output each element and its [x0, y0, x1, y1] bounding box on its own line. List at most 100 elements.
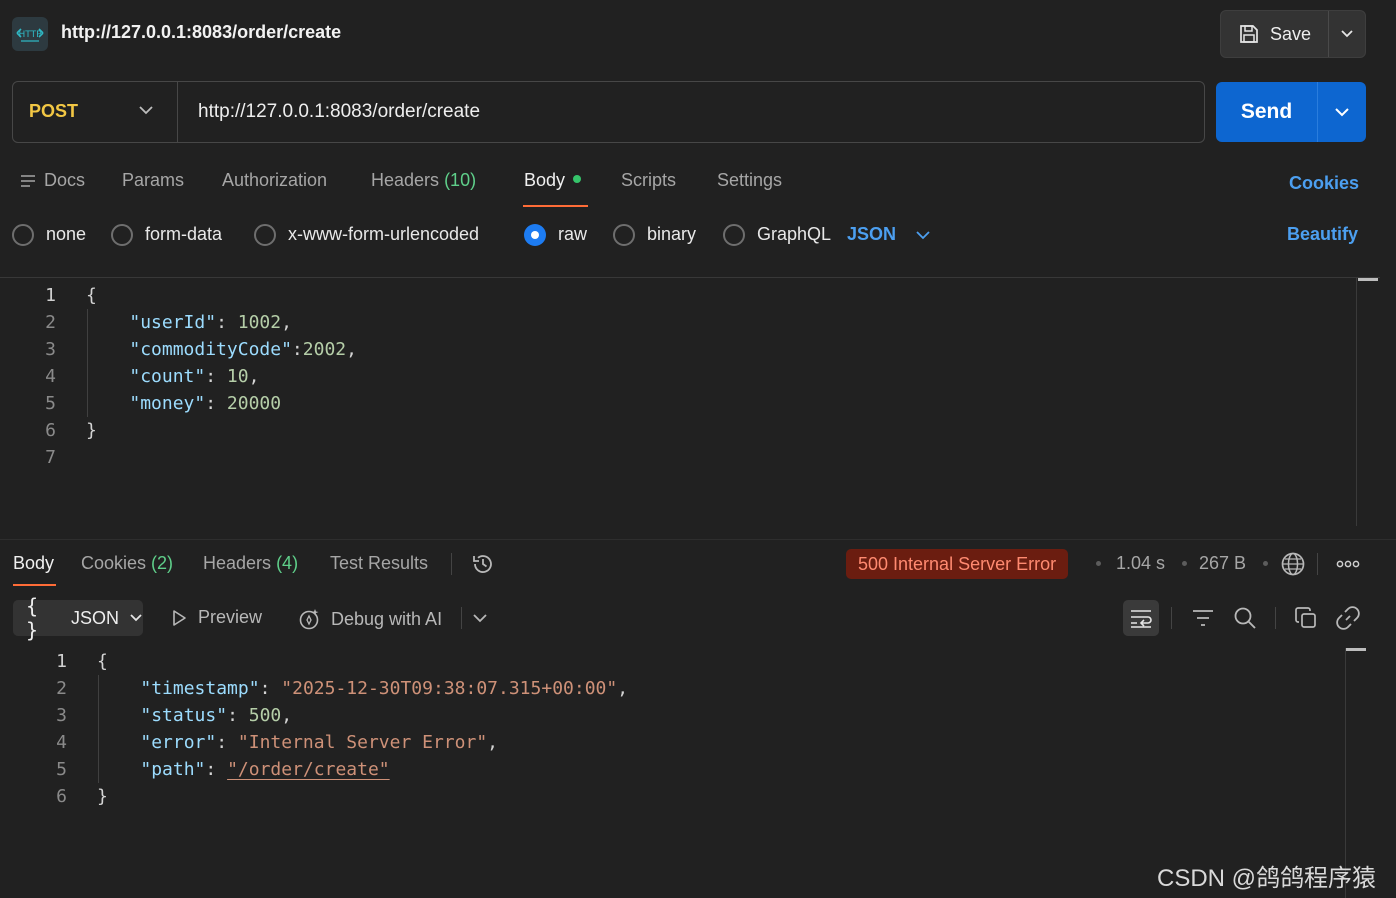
save-options-button[interactable] [1329, 11, 1365, 57]
request-title[interactable]: http://127.0.0.1:8083/order/create [61, 22, 341, 43]
radio-graphql-label[interactable]: GraphQL [757, 224, 831, 245]
chevron-down-icon[interactable] [472, 612, 488, 624]
code-line: { [86, 285, 97, 306]
radio-urlencoded[interactable] [254, 224, 276, 246]
url-bar [12, 81, 1205, 143]
url-input[interactable]: http://127.0.0.1:8083/order/create [198, 101, 480, 123]
radio-binary[interactable] [613, 224, 635, 246]
copy-icon[interactable] [1294, 606, 1318, 630]
code-line: "money": 20000 [129, 393, 282, 414]
line-number: 3 [56, 705, 67, 726]
editor-scrollbar[interactable] [1356, 278, 1357, 526]
radio-graphql[interactable] [723, 224, 745, 246]
search-icon[interactable] [1233, 606, 1257, 630]
method-select[interactable]: POST [29, 101, 78, 122]
debug-with-ai-button[interactable]: Debug with AI [297, 607, 442, 631]
response-tab-cookies-label: Cookies [81, 553, 147, 573]
tab-body[interactable]: Body [524, 170, 582, 191]
debug-with-ai-label: Debug with AI [331, 608, 443, 629]
code-line: "error": "Internal Server Error", [140, 732, 498, 753]
meta-separator [1182, 561, 1187, 566]
tab-docs[interactable]: Docs [20, 170, 85, 191]
meta-separator [1263, 561, 1268, 566]
toolbar-separator [1275, 607, 1276, 629]
response-tab-headers[interactable]: Headers (4) [203, 553, 298, 574]
globe-icon[interactable] [1280, 551, 1306, 577]
tab-scripts[interactable]: Scripts [621, 170, 676, 191]
radio-none-label[interactable]: none [46, 224, 86, 245]
line-number: 1 [56, 651, 67, 672]
response-code: { "timestamp": "2025-12-30T09:38:07.315+… [97, 648, 628, 810]
tab-headers[interactable]: Headers (10) [371, 170, 476, 191]
radio-binary-label[interactable]: binary [647, 224, 696, 245]
wrap-lines-button[interactable] [1123, 600, 1159, 636]
body-format-select[interactable]: JSON [847, 224, 896, 245]
response-format-select[interactable]: { } JSON [13, 594, 143, 642]
wrap-lines-icon [1129, 607, 1153, 629]
radio-raw[interactable] [524, 224, 546, 246]
response-tab-headers-count: (4) [276, 553, 299, 573]
tab-settings[interactable]: Settings [717, 170, 782, 191]
watermark: CSDN @鸽鸽程序猿 [1157, 865, 1377, 892]
code-line: "timestamp": "2025-12-30T09:38:07.315+00… [140, 678, 629, 699]
line-number: 6 [45, 420, 56, 441]
response-path-link[interactable]: "/order/create" [227, 759, 390, 780]
response-tab-cookies[interactable]: Cookies (2) [81, 553, 173, 574]
send-options-button[interactable] [1318, 82, 1366, 142]
code-line: "userId": 1002, [129, 312, 292, 333]
toolbar-separator [1317, 553, 1318, 575]
response-tab-body[interactable]: Body [13, 553, 54, 574]
tab-body-label: Body [524, 170, 566, 190]
code-line: "path": "/order/create" [140, 759, 390, 780]
chevron-down-icon[interactable] [915, 229, 931, 241]
editor-scroll-thumb[interactable] [1358, 278, 1378, 281]
send-button[interactable]: Send [1216, 82, 1318, 142]
tab-authorization[interactable]: Authorization [222, 170, 327, 191]
response-size[interactable]: 267 B [1199, 553, 1246, 574]
response-active-tab-indicator [13, 584, 56, 586]
meta-separator [1096, 561, 1101, 566]
preview-button[interactable]: Preview [170, 607, 262, 628]
request-code: { "userId": 1002, "commodityCode":2002, … [86, 282, 357, 444]
response-format-label: JSON [70, 607, 119, 628]
docs-icon [20, 174, 36, 188]
url-divider [177, 82, 178, 142]
toolbar-separator [1171, 607, 1172, 629]
http-request-icon: HTTP [12, 17, 48, 51]
radio-form-data[interactable] [111, 224, 133, 246]
beautify-button[interactable]: Beautify [1287, 224, 1358, 245]
tab-headers-label: Headers [371, 170, 440, 190]
radio-raw-label[interactable]: raw [558, 224, 587, 245]
line-number: 5 [56, 759, 67, 780]
radio-none[interactable] [12, 224, 34, 246]
tab-params[interactable]: Params [122, 170, 184, 191]
status-badge[interactable]: 500 Internal Server Error [846, 549, 1069, 579]
more-options-icon[interactable] [1336, 557, 1360, 571]
line-number: 6 [56, 786, 67, 807]
line-number: 7 [45, 447, 56, 468]
radio-form-data-label[interactable]: form-data [145, 224, 222, 245]
response-scroll-thumb[interactable] [1346, 648, 1366, 651]
save-button[interactable]: Save [1221, 11, 1329, 57]
toolbar-separator [451, 553, 452, 575]
chevron-down-icon[interactable] [138, 104, 154, 116]
play-icon [170, 609, 188, 627]
ai-sparkle-icon [297, 607, 321, 631]
response-divider [0, 539, 1396, 540]
history-icon[interactable] [470, 551, 496, 577]
request-line-numbers: 1 2 3 4 5 6 7 [16, 282, 56, 471]
send-button-group: Send [1216, 82, 1366, 142]
radio-urlencoded-label[interactable]: x-www-form-urlencoded [288, 224, 479, 245]
link-icon[interactable] [1336, 606, 1360, 630]
line-number: 1 [45, 285, 56, 306]
code-line: } [86, 420, 97, 441]
tab-headers-count: (10) [444, 170, 477, 190]
chevron-down-icon [1340, 29, 1354, 39]
response-tab-test-results[interactable]: Test Results [330, 553, 428, 574]
response-time[interactable]: 1.04 s [1116, 553, 1165, 574]
filter-icon[interactable] [1191, 607, 1215, 629]
braces-icon: { } [26, 594, 39, 642]
response-tab-cookies-count: (2) [151, 553, 174, 573]
request-body-editor[interactable]: 1 2 3 4 5 6 7 { "userId": 1002, "commodi… [0, 278, 1380, 526]
cookies-link[interactable]: Cookies [1289, 173, 1359, 194]
